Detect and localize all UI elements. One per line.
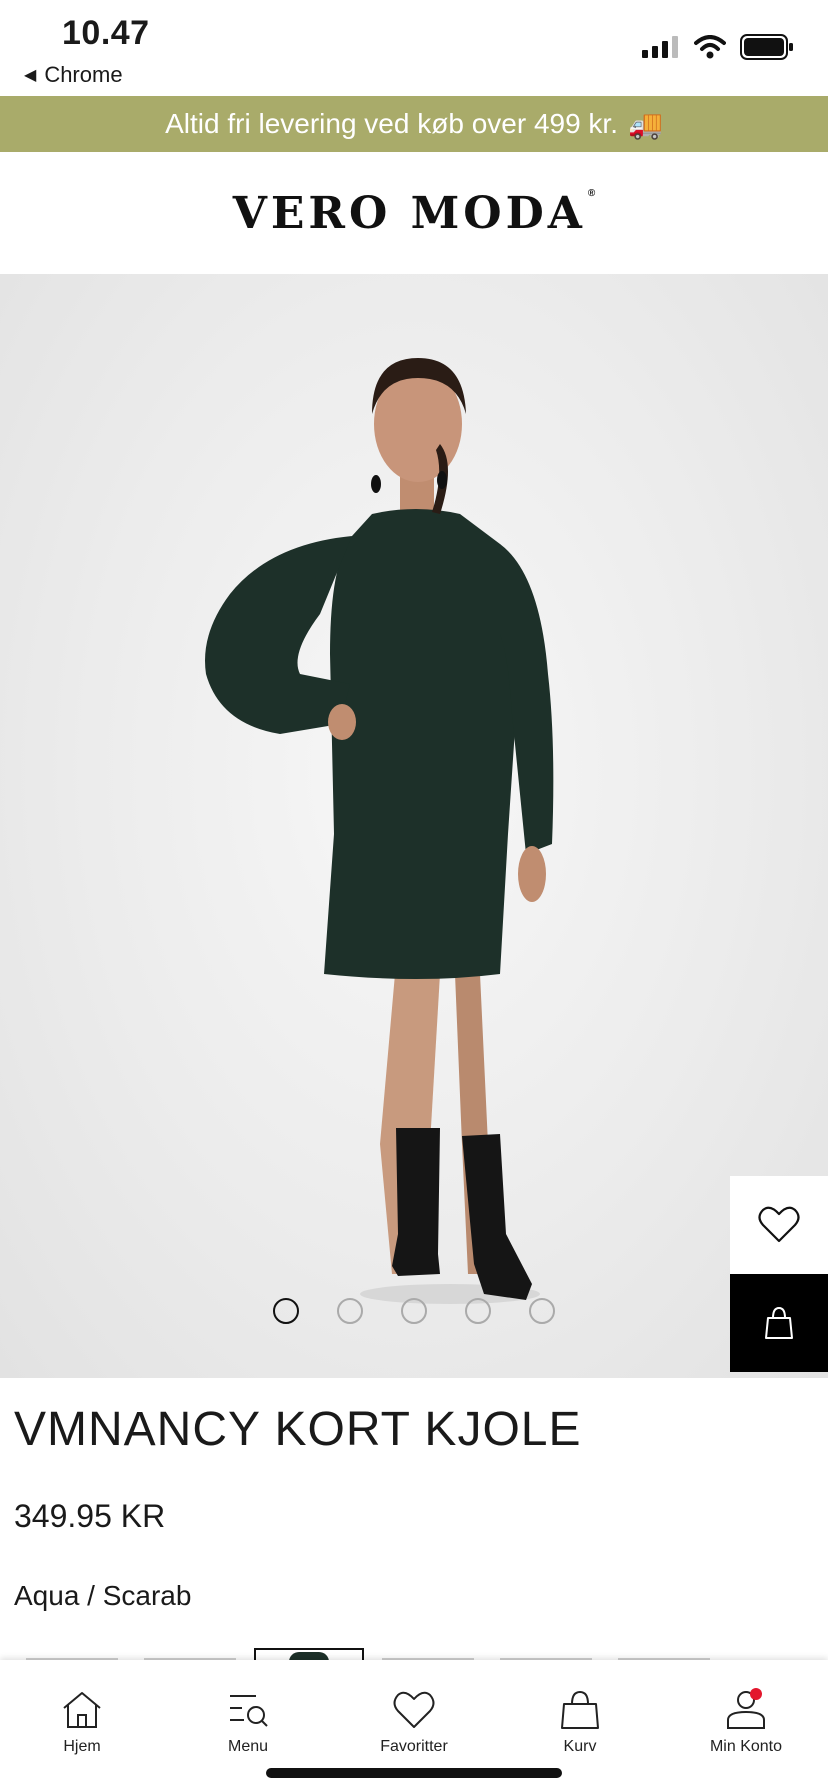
gallery-dot[interactable] <box>337 1298 363 1324</box>
nav-label-favorites: Favoritter <box>380 1738 448 1755</box>
gallery-dot[interactable] <box>273 1298 299 1324</box>
nav-item-favorites[interactable]: Favoritter <box>349 1690 479 1756</box>
menu-search-icon <box>230 1695 268 1727</box>
product-image-gallery[interactable] <box>0 274 828 1378</box>
battery-icon <box>740 34 793 60</box>
registered-mark: ® <box>587 187 596 199</box>
truck-icon: 🚚 <box>628 108 663 140</box>
back-arrow-icon: ◀ <box>24 67 37 84</box>
status-icons <box>642 34 794 60</box>
nav-item-menu[interactable]: Menu <box>183 1690 313 1756</box>
promo-banner[interactable]: Altid fri levering ved køb over 499 kr. … <box>0 96 828 152</box>
back-app-label: Chrome <box>44 62 123 87</box>
gallery-dot[interactable] <box>465 1298 491 1324</box>
color-swatch-selected[interactable] <box>254 1648 364 1660</box>
product-title: VMNANCY KORT KJOLE <box>14 1403 582 1456</box>
nav-label-menu: Menu <box>227 1738 269 1755</box>
bag-icon <box>561 1690 599 1729</box>
add-to-favorites-button[interactable] <box>730 1176 828 1274</box>
nav-label-home: Hjem <box>63 1738 101 1755</box>
gallery-dot[interactable] <box>401 1298 427 1324</box>
product-color: Aqua / Scarab <box>14 1580 192 1611</box>
add-to-bag-button[interactable] <box>730 1274 828 1372</box>
brand-logo[interactable]: VERO MODA ® <box>233 188 596 239</box>
nav-item-cart[interactable]: Kurv <box>515 1690 645 1756</box>
header: VERO MODA ® <box>0 152 828 274</box>
gallery-pagination <box>0 1298 828 1324</box>
status-bar: 10.47 ◀ Chrome <box>0 0 828 96</box>
heart-icon <box>393 1691 435 1728</box>
home-indicator[interactable] <box>266 1768 562 1778</box>
status-time: 10.47 <box>62 14 150 52</box>
product-photo <box>205 358 554 1304</box>
notification-dot <box>750 1688 762 1700</box>
wifi-icon <box>694 35 726 59</box>
product-price: 349.95 KR <box>14 1498 166 1534</box>
heart-icon <box>758 1206 800 1243</box>
brand-logo-text: VERO MODA <box>232 187 586 239</box>
promo-text: Altid fri levering ved køb over 499 kr. <box>165 108 618 139</box>
nav-item-account[interactable]: Min Konto <box>681 1688 811 1756</box>
nav-label-cart: Kurv <box>563 1738 597 1755</box>
home-icon <box>63 1692 101 1728</box>
signal-icon <box>642 36 678 58</box>
gallery-dot[interactable] <box>529 1298 555 1324</box>
back-to-app-button[interactable]: ◀ Chrome <box>24 62 123 88</box>
nav-label-account: Min Konto <box>709 1738 783 1755</box>
bag-icon <box>765 1306 793 1339</box>
nav-item-home[interactable]: Hjem <box>17 1690 147 1756</box>
